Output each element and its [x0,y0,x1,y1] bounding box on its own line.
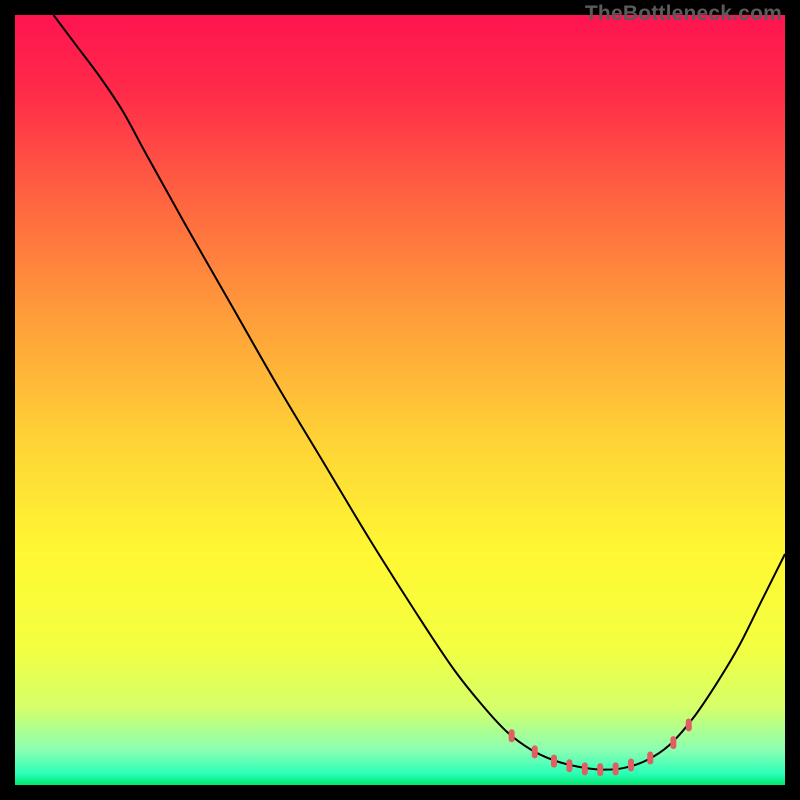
fit-marker [582,762,588,775]
fit-marker [613,762,619,775]
fit-marker [647,752,653,765]
fit-marker [670,736,676,749]
gradient-background [15,15,785,785]
watermark-text: TheBottleneck.com [585,2,782,26]
bottleneck-curve-chart [15,15,785,785]
fit-marker [686,718,692,731]
fit-marker [566,759,572,772]
fit-marker [628,758,634,771]
fit-marker [551,755,557,768]
chart-frame [15,15,785,785]
fit-marker [509,729,515,742]
fit-marker [597,763,603,776]
fit-marker [532,745,538,758]
